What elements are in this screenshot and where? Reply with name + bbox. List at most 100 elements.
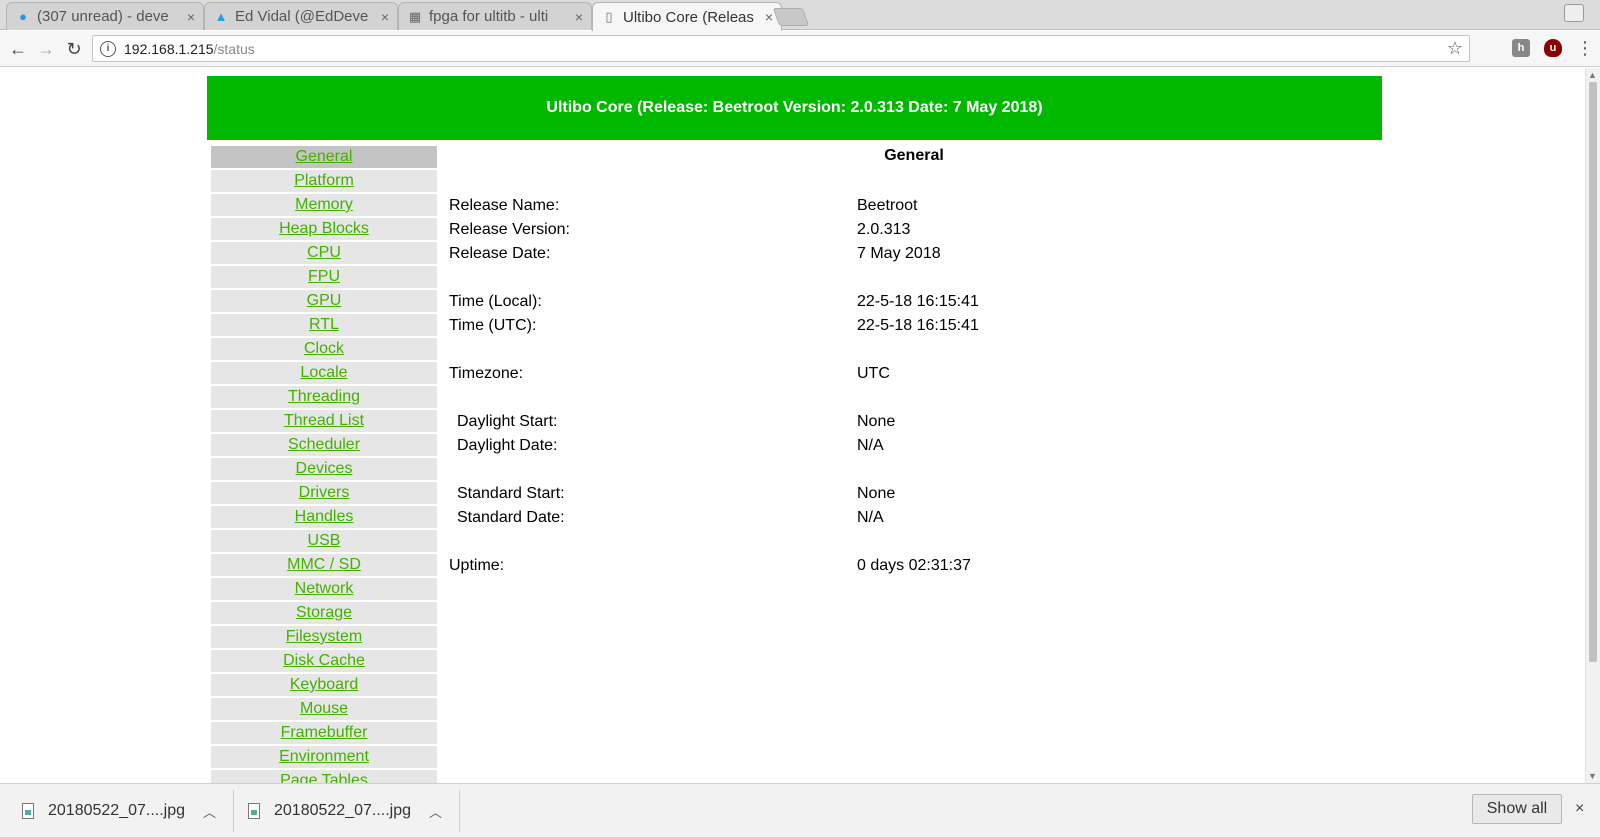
row-label: Release Date: bbox=[449, 245, 551, 262]
tab-unread-mail[interactable]: ● (307 unread) - deve × bbox=[6, 2, 204, 30]
sidebar-item-link[interactable]: Clock bbox=[304, 340, 344, 357]
sidebar-item-link[interactable]: MMC / SD bbox=[287, 556, 361, 573]
row-label: Daylight Start: bbox=[457, 413, 558, 430]
sidebar-item[interactable]: Filesystem bbox=[211, 626, 437, 648]
tab-twitter[interactable]: ▲ Ed Vidal (@EdDeve × bbox=[204, 2, 398, 30]
close-tab-icon[interactable]: × bbox=[187, 9, 195, 25]
ublock-shield-icon[interactable]: u bbox=[1544, 39, 1562, 57]
sidebar-item[interactable]: Network bbox=[211, 578, 437, 600]
sidebar-item[interactable]: Clock bbox=[211, 338, 437, 360]
sidebar-item-link[interactable]: Devices bbox=[296, 460, 353, 477]
sidebar-item[interactable]: Drivers bbox=[211, 482, 437, 504]
extension-h-icon[interactable]: h bbox=[1512, 39, 1530, 57]
sidebar-item[interactable]: Locale bbox=[211, 362, 437, 384]
sidebar-item-link[interactable]: Locale bbox=[300, 364, 347, 381]
row-label: Standard Date: bbox=[457, 509, 565, 526]
standard-date-row: Standard Date: N/A bbox=[449, 506, 1379, 530]
sidebar-item-link[interactable]: Keyboard bbox=[290, 676, 359, 693]
sidebar-item-link[interactable]: Heap Blocks bbox=[279, 220, 369, 237]
close-tab-icon[interactable]: × bbox=[765, 9, 773, 25]
sidebar-item-link[interactable]: Threading bbox=[288, 388, 360, 405]
sidebar-item-link[interactable]: Mouse bbox=[300, 700, 348, 717]
reload-icon[interactable]: ↻ bbox=[61, 36, 87, 62]
sidebar-item[interactable]: Page Tables bbox=[211, 770, 437, 783]
sidebar-item[interactable]: Platform bbox=[211, 170, 437, 192]
menu-kebab-icon[interactable]: ⋮ bbox=[1576, 38, 1594, 59]
forward-arrow-icon[interactable]: → bbox=[33, 36, 59, 62]
row-label: Standard Start: bbox=[457, 485, 565, 502]
sidebar-item[interactable]: Storage bbox=[211, 602, 437, 624]
sidebar-item-link[interactable]: RTL bbox=[309, 316, 339, 333]
sidebar-item-link[interactable]: Thread List bbox=[284, 412, 364, 429]
address-host: 192.168.1.215 bbox=[124, 40, 214, 57]
sidebar-item[interactable]: Mouse bbox=[211, 698, 437, 720]
close-tab-icon[interactable]: × bbox=[575, 9, 583, 25]
document-icon: ▯ bbox=[605, 9, 613, 24]
close-icon[interactable]: × bbox=[1575, 800, 1584, 818]
tab-title: fpga for ultitb - ulti bbox=[429, 8, 549, 25]
sidebar-item-link[interactable]: Page Tables bbox=[280, 772, 368, 783]
sidebar-item-link[interactable]: Network bbox=[295, 580, 354, 597]
sidebar-item[interactable]: Keyboard bbox=[211, 674, 437, 696]
sidebar-item-link[interactable]: Platform bbox=[294, 172, 354, 189]
download-item[interactable]: 20180522_07....jpg ︿ bbox=[248, 790, 460, 832]
scroll-up-icon[interactable]: ▲ bbox=[1588, 70, 1597, 80]
profile-icon[interactable] bbox=[1564, 4, 1584, 22]
chevron-up-icon[interactable]: ︿ bbox=[203, 802, 216, 821]
sidebar-item-link[interactable]: General bbox=[296, 148, 353, 165]
release-name-row: Release Name: Beetroot bbox=[449, 194, 1379, 218]
sidebar-item-link[interactable]: Scheduler bbox=[288, 436, 360, 453]
sidebar-item[interactable]: Memory bbox=[211, 194, 437, 216]
show-all-button[interactable]: Show all bbox=[1472, 794, 1562, 824]
sidebar-item[interactable]: General bbox=[211, 146, 437, 168]
sidebar-item-link[interactable]: FPU bbox=[308, 268, 340, 285]
sidebar-item-link[interactable]: USB bbox=[308, 532, 341, 549]
download-filename: 20180522_07....jpg bbox=[274, 802, 412, 819]
sidebar-item[interactable]: GPU bbox=[211, 290, 437, 312]
sidebar-item[interactable]: MMC / SD bbox=[211, 554, 437, 576]
sidebar-item[interactable]: Devices bbox=[211, 458, 437, 480]
close-tab-icon[interactable]: × bbox=[381, 9, 389, 25]
image-file-icon bbox=[248, 803, 260, 819]
scroll-down-icon[interactable]: ▼ bbox=[1588, 771, 1597, 781]
sidebar-item-link[interactable]: GPU bbox=[307, 292, 342, 309]
tab-title: Ultibo Core (Releas bbox=[623, 8, 754, 26]
back-arrow-icon[interactable]: ← bbox=[5, 36, 31, 62]
download-item[interactable]: 20180522_07....jpg ︿ bbox=[22, 790, 234, 832]
chevron-up-icon[interactable]: ︿ bbox=[429, 802, 442, 821]
sidebar-item[interactable]: Threading bbox=[211, 386, 437, 408]
new-tab-button[interactable] bbox=[772, 8, 810, 26]
sidebar-item[interactable]: Disk Cache bbox=[211, 650, 437, 672]
sidebar-item-link[interactable]: Framebuffer bbox=[281, 724, 368, 741]
address-bar[interactable]: i 192.168.1.215 /status ☆ bbox=[92, 35, 1470, 62]
sidebar-item[interactable]: RTL bbox=[211, 314, 437, 336]
browser-toolbar: ← → ↻ i 192.168.1.215 /status ☆ h u ⋮ bbox=[0, 31, 1600, 67]
row-value: Beetroot bbox=[857, 197, 918, 214]
sidebar-item-link[interactable]: Storage bbox=[296, 604, 352, 621]
sidebar-item-link[interactable]: Handles bbox=[295, 508, 354, 525]
sidebar-item[interactable]: Environment bbox=[211, 746, 437, 768]
sidebar-item[interactable]: Scheduler bbox=[211, 434, 437, 456]
tab-forum[interactable]: ▦ fpga for ultitb - ulti × bbox=[398, 2, 592, 30]
sidebar-item[interactable]: Thread List bbox=[211, 410, 437, 432]
sidebar-item[interactable]: CPU bbox=[211, 242, 437, 264]
info-icon[interactable]: i bbox=[100, 40, 116, 57]
bookmark-star-icon[interactable]: ☆ bbox=[1447, 38, 1463, 59]
status-content: General Release Name: Beetroot Release V… bbox=[449, 146, 1379, 578]
sidebar-item-link[interactable]: Memory bbox=[295, 196, 353, 213]
row-label: Time (UTC): bbox=[449, 317, 537, 334]
sidebar-item-link[interactable]: Environment bbox=[279, 748, 369, 765]
sidebar-item-link[interactable]: Filesystem bbox=[286, 628, 362, 645]
sidebar-item[interactable]: USB bbox=[211, 530, 437, 552]
sidebar-item[interactable]: FPU bbox=[211, 266, 437, 288]
sidebar-item[interactable]: Handles bbox=[211, 506, 437, 528]
image-file-icon bbox=[22, 803, 34, 819]
tab-ultibo-core[interactable]: ▯ Ultibo Core (Releas × bbox=[592, 2, 782, 31]
sidebar-item-link[interactable]: Disk Cache bbox=[283, 652, 365, 669]
sidebar-item-link[interactable]: CPU bbox=[307, 244, 341, 261]
sidebar-item[interactable]: Framebuffer bbox=[211, 722, 437, 744]
sidebar-item-link[interactable]: Drivers bbox=[299, 484, 350, 501]
vertical-scrollbar[interactable]: ▲ ▼ bbox=[1585, 68, 1600, 783]
sidebar-item[interactable]: Heap Blocks bbox=[211, 218, 437, 240]
scrollbar-thumb[interactable] bbox=[1589, 82, 1597, 662]
